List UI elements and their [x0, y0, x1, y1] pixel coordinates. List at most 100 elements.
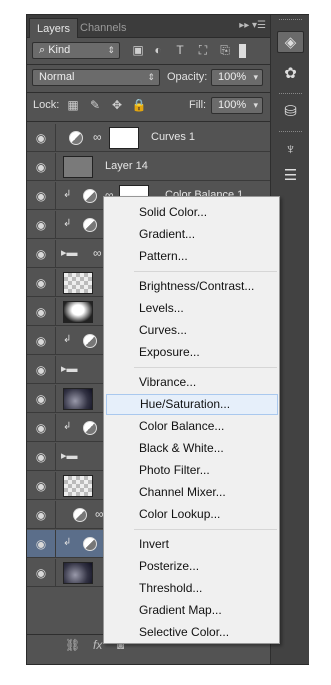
channels-panel-icon[interactable]: ✿ — [277, 63, 304, 85]
eye-icon[interactable]: ◉ — [33, 246, 49, 262]
layer-thumbnail[interactable] — [63, 272, 93, 294]
layer-thumbnail[interactable] — [63, 301, 93, 323]
smart-object-filter-icon[interactable]: ⎘ — [217, 42, 233, 59]
type-filter-icon[interactable]: T — [172, 42, 188, 59]
visibility-cell[interactable]: ◉ — [27, 269, 56, 297]
fill-field[interactable]: 100% ▾ — [211, 97, 263, 114]
blend-mode-value: Normal — [39, 71, 75, 83]
menu-item-posterize[interactable]: Posterize... — [106, 556, 278, 577]
tab-layers[interactable]: Layers — [29, 18, 79, 38]
visibility-cell[interactable]: ◉ — [27, 182, 56, 210]
menu-item-invert[interactable]: Invert — [106, 534, 278, 555]
menu-item-levels[interactable]: Levels... — [106, 298, 278, 319]
group-folder-icon[interactable]: ▸▬ — [61, 246, 78, 259]
layer-thumbnail[interactable] — [63, 388, 93, 410]
filter-kind-label: Kind — [48, 44, 71, 56]
menu-item-photo-filter[interactable]: Photo Filter... — [106, 460, 278, 481]
visibility-cell[interactable]: ◉ — [27, 124, 56, 152]
menu-item-pattern[interactable]: Pattern... — [106, 246, 278, 267]
layer-name[interactable]: Layer 14 — [105, 160, 148, 172]
menu-item-brightness-contrast[interactable]: Brightness/Contrast... — [106, 276, 278, 297]
adjustment-filter-icon[interactable]: ◐ — [150, 42, 166, 59]
visibility-cell[interactable]: ◉ — [27, 530, 56, 558]
menu-item-selective-color[interactable]: Selective Color... — [106, 622, 278, 643]
opacity-label: Opacity: — [167, 71, 208, 83]
menu-item-color-lookup[interactable]: Color Lookup... — [106, 504, 278, 525]
visibility-cell[interactable]: ◉ — [27, 327, 56, 355]
clipping-arrow-icon: ↲ — [63, 537, 72, 548]
blend-mode-select[interactable]: Normal ⇕ — [32, 69, 160, 86]
lock-transparent-icon[interactable]: ▦ — [65, 97, 81, 114]
menu-item-vibrance[interactable]: Vibrance... — [106, 372, 278, 393]
layer-thumbnail[interactable] — [63, 562, 93, 584]
eye-icon[interactable]: ◉ — [33, 217, 49, 233]
updown-arrow-icon: ⇕ — [147, 72, 155, 82]
blend-row: Normal ⇕ Opacity: 100% ▾ — [27, 69, 270, 87]
eye-icon[interactable]: ◉ — [33, 449, 49, 465]
eye-icon[interactable]: ◉ — [33, 130, 49, 146]
menu-item-threshold[interactable]: Threshold... — [106, 578, 278, 599]
visibility-cell[interactable]: ◉ — [27, 472, 56, 500]
eye-icon[interactable]: ◉ — [33, 304, 49, 320]
layer-row[interactable]: ◉ ∞ Curves 1 — [27, 124, 270, 152]
eye-icon[interactable]: ◉ — [33, 159, 49, 175]
panel-menu-icon[interactable]: ▸▸ ▾☰ — [239, 20, 266, 31]
group-folder-icon[interactable]: ▸▬ — [61, 362, 78, 375]
eye-icon[interactable]: ◉ — [33, 333, 49, 349]
menu-item-channel-mixer[interactable]: Channel Mixer... — [106, 482, 278, 503]
brush-panel-icon[interactable]: ♆ — [277, 139, 304, 161]
visibility-cell[interactable]: ◉ — [27, 385, 56, 413]
group-folder-icon[interactable]: ▸▬ — [61, 449, 78, 462]
eye-icon[interactable]: ◉ — [33, 565, 49, 581]
menu-item-black-white[interactable]: Black & White... — [106, 438, 278, 459]
menu-item-gradient-map[interactable]: Gradient Map... — [106, 600, 278, 621]
visibility-cell[interactable]: ◉ — [27, 153, 56, 181]
visibility-cell[interactable]: ◉ — [27, 240, 56, 268]
eye-icon[interactable]: ◉ — [33, 507, 49, 523]
visibility-cell[interactable]: ◉ — [27, 356, 56, 384]
shape-filter-icon[interactable]: ⛶ — [195, 42, 211, 59]
eye-icon[interactable]: ◉ — [33, 275, 49, 291]
tab-channels[interactable]: Channels — [73, 18, 133, 38]
eye-icon[interactable]: ◉ — [33, 478, 49, 494]
link-layers-icon[interactable]: ⛓ — [65, 638, 80, 652]
layers-panel-icon[interactable]: ◈ — [277, 31, 304, 53]
visibility-cell[interactable]: ◉ — [27, 298, 56, 326]
layer-thumbnail[interactable] — [63, 156, 93, 178]
dock-grip — [279, 19, 302, 22]
visibility-cell[interactable]: ◉ — [27, 211, 56, 239]
eye-icon[interactable]: ◉ — [33, 362, 49, 378]
eye-icon[interactable]: ◉ — [33, 188, 49, 204]
opacity-field[interactable]: 100% ▾ — [211, 69, 263, 86]
lock-move-icon[interactable]: ✥ — [109, 97, 125, 114]
menu-item-hue-saturation[interactable]: Hue/Saturation... — [106, 394, 278, 415]
clipping-arrow-icon: ↲ — [63, 334, 72, 345]
lock-brush-icon[interactable]: ✎ — [87, 97, 103, 114]
menu-item-color-balance[interactable]: Color Balance... — [106, 416, 278, 437]
properties-panel-icon[interactable]: ☰ — [277, 165, 304, 187]
fx-button[interactable]: fx — [93, 638, 102, 652]
filter-kind-select[interactable]: ⌕ Kind ⇕ — [32, 42, 120, 59]
paths-panel-icon[interactable]: ⛁ — [277, 101, 304, 123]
adjustment-layer-icon — [83, 537, 97, 551]
layer-mask-thumbnail[interactable] — [109, 127, 139, 149]
layer-name[interactable]: Curves 1 — [151, 131, 195, 143]
layer-row[interactable]: ◉ Layer 14 — [27, 153, 270, 181]
pixel-filter-icon[interactable]: ▣ — [130, 42, 146, 59]
menu-item-gradient[interactable]: Gradient... — [106, 224, 278, 245]
chevron-down-icon[interactable]: ▾ — [253, 98, 258, 113]
visibility-cell[interactable]: ◉ — [27, 443, 56, 471]
visibility-cell[interactable]: ◉ — [27, 501, 56, 529]
menu-item-curves[interactable]: Curves... — [106, 320, 278, 341]
visibility-cell[interactable]: ◉ — [27, 414, 56, 442]
filter-toggle[interactable] — [239, 44, 246, 58]
layer-thumbnail[interactable] — [63, 475, 93, 497]
menu-item-exposure[interactable]: Exposure... — [106, 342, 278, 363]
visibility-cell[interactable]: ◉ — [27, 559, 56, 587]
eye-icon[interactable]: ◉ — [33, 391, 49, 407]
eye-icon[interactable]: ◉ — [33, 420, 49, 436]
chevron-down-icon[interactable]: ▾ — [253, 70, 258, 85]
lock-all-icon[interactable]: 🔒 — [131, 97, 147, 114]
menu-item-solid-color[interactable]: Solid Color... — [106, 202, 278, 223]
eye-icon[interactable]: ◉ — [33, 536, 49, 552]
